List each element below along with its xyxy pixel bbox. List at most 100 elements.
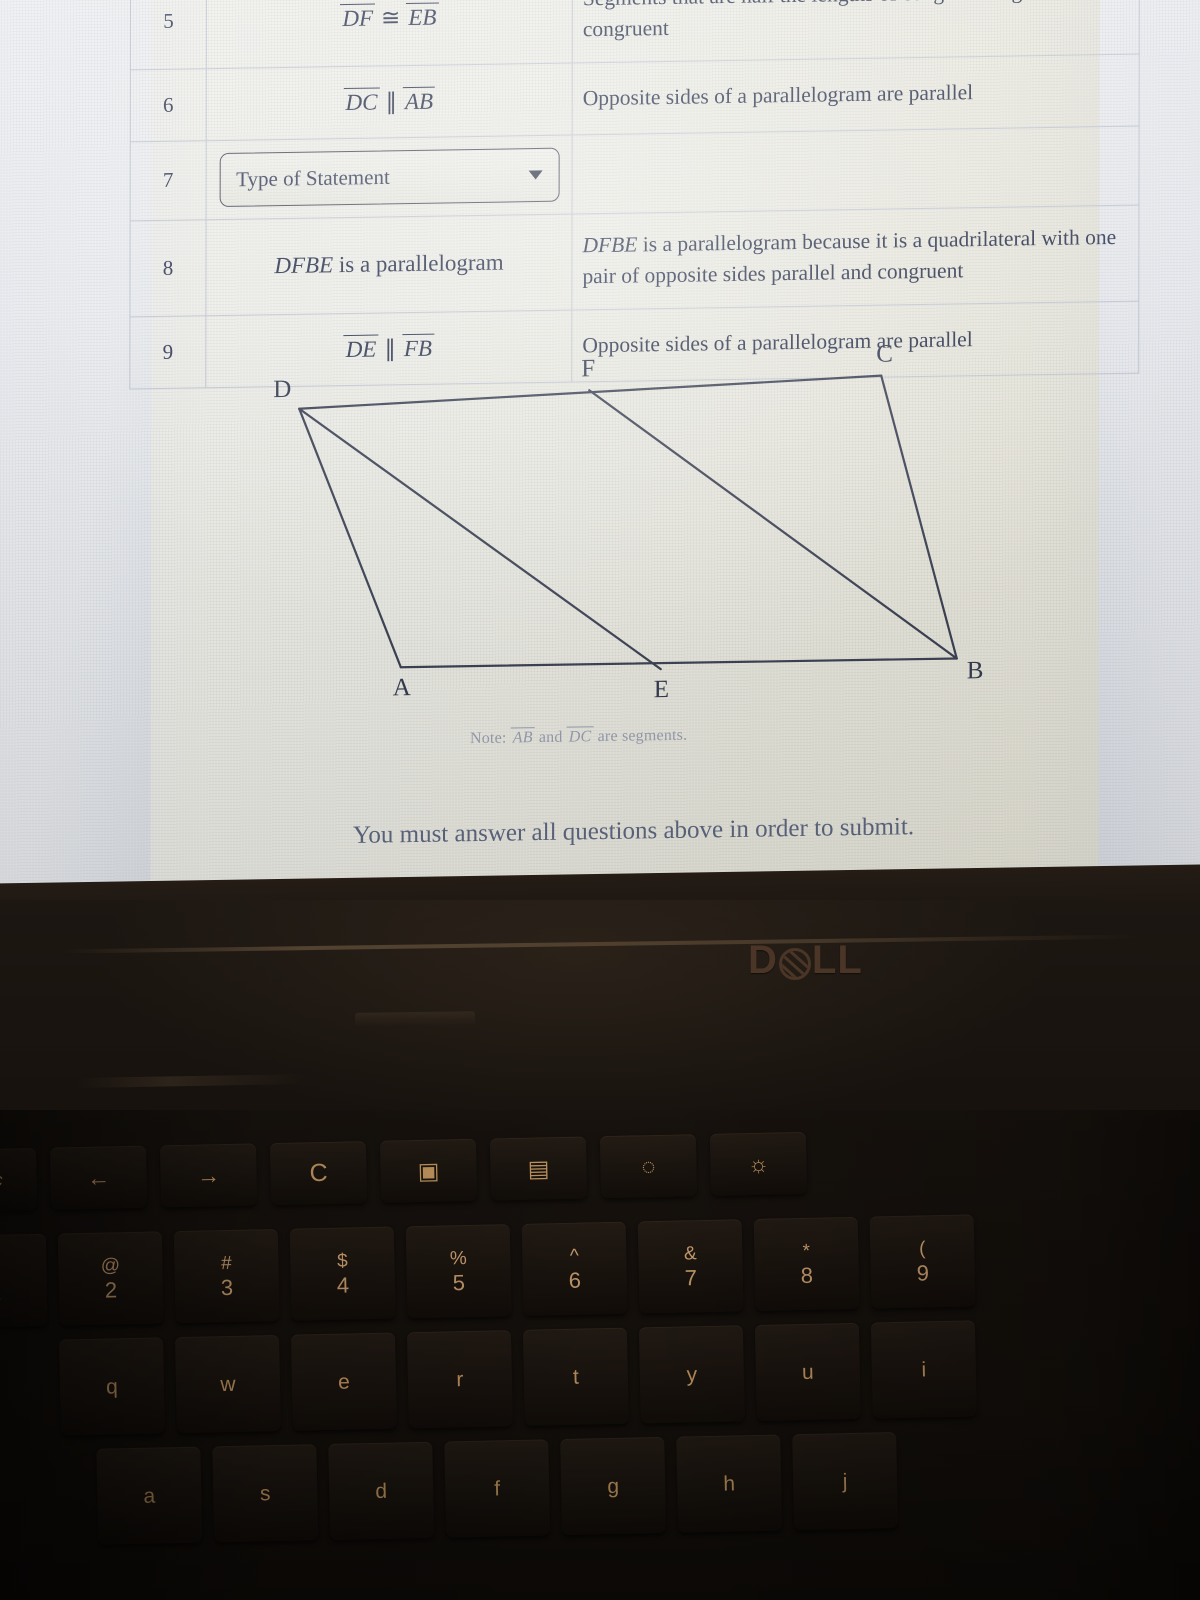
vertex-label-e: E (654, 676, 669, 703)
table-row: 8 DFBE is a parallelogram DFBE is a para… (129, 204, 1139, 317)
figure-vertex-labels: D F C A E B (273, 340, 984, 703)
keyboard-qwerty-row: qwertyui (58, 1320, 989, 1436)
geometry-figure: D F C A E B Note: AB and DC are segments. (139, 340, 1020, 759)
key-j[interactable]: j (792, 1432, 899, 1531)
key-7-digit: 7 (684, 1264, 698, 1290)
vertex-label-c: C (876, 340, 893, 367)
document-body: 5 DF≅EB Segments that are half the lengt… (129, 0, 1140, 389)
figure-edge-cb (880, 374, 958, 660)
key-4[interactable]: $4 (289, 1226, 396, 1321)
note-segment-ab: AB (510, 727, 535, 748)
statement-text: is a parallelogram (333, 249, 504, 278)
key-s[interactable]: s (212, 1444, 319, 1543)
key-f[interactable]: f (444, 1439, 551, 1538)
back-key-glyph: ← (86, 1163, 111, 1191)
reason-figure-name: DFBE (582, 232, 638, 258)
key-t[interactable]: t (522, 1327, 629, 1426)
statement-type-dropdown-label: Type of Statement (236, 164, 390, 191)
key-4-shift-glyph: $ (336, 1249, 348, 1272)
row-number: 6 (130, 68, 207, 142)
key-y-glyph: y (686, 1362, 698, 1386)
dell-logo-ll: LL (811, 938, 863, 982)
key-g[interactable]: g (560, 1436, 667, 1536)
segment-right: EB (406, 2, 439, 32)
proof-table-body: 5 DF≅EB Segments that are half the lengt… (129, 0, 1140, 389)
key-i[interactable]: i (870, 1320, 977, 1419)
key-y[interactable]: y (638, 1325, 745, 1424)
row-number: 5 (130, 0, 207, 70)
key-s-glyph: s (259, 1481, 271, 1505)
brightness-up-key[interactable]: ☼ (709, 1131, 808, 1196)
overview-key[interactable]: ▤ (489, 1136, 588, 1201)
segment-left: DC (343, 87, 380, 117)
overview-key-glyph: ▤ (527, 1154, 550, 1182)
key-8[interactable]: * 8 (753, 1216, 860, 1311)
dell-logo: D LL (748, 938, 863, 983)
key-6-shift-glyph: ^ (569, 1245, 580, 1267)
keyboard-home-row: asdfghj (96, 1432, 910, 1545)
back-key[interactable]: ← (49, 1145, 148, 1210)
key-9-digit: 9 (916, 1259, 930, 1286)
esc-key[interactable]: esc (0, 1147, 38, 1212)
key-2-shift-glyph: @ (100, 1254, 121, 1277)
statement-figure-name: DFBE (274, 252, 334, 279)
reload-key-glyph: C (309, 1158, 328, 1187)
key-h-glyph: h (723, 1471, 736, 1496)
vertex-label-f: F (581, 355, 595, 382)
key-t-glyph: t (572, 1365, 580, 1389)
key-w-glyph: w (220, 1372, 236, 1396)
key-q[interactable]: q (58, 1337, 165, 1436)
vertex-label-a: A (393, 674, 411, 701)
key-3-digit: 3 (220, 1274, 234, 1300)
key-d-glyph: d (375, 1479, 388, 1503)
key-g-glyph: g (607, 1474, 620, 1498)
vertex-label-d: D (273, 376, 291, 403)
keyboard: esc←→C▣▤◌☼ !1@2#3$4%5^6&7*8(9 qwertyui a… (0, 1122, 1200, 1600)
key-e[interactable]: e (290, 1332, 397, 1431)
key-f-glyph: f (494, 1476, 501, 1500)
segment-right: AB (402, 86, 436, 116)
row-number: 8 (129, 219, 207, 317)
note-suffix: are segments. (593, 726, 688, 746)
key-1[interactable]: !1 (0, 1233, 48, 1328)
key-6[interactable]: ^ 6 (521, 1221, 628, 1316)
key-i-glyph: i (921, 1357, 927, 1381)
keyboard-number-row: !1@2#3$4%5^6&7*8(9 (0, 1214, 987, 1328)
key-a-glyph: a (143, 1484, 156, 1508)
fullscreen-key-glyph: ▣ (417, 1157, 440, 1184)
key-w[interactable]: w (174, 1334, 281, 1434)
relation-operator: ≅ (381, 4, 401, 31)
row-statement: DC ∥ AB (206, 62, 573, 141)
key-u[interactable]: u (754, 1322, 861, 1421)
key-u-glyph: u (801, 1360, 814, 1384)
row-reason: Opposite sides of a parallelogram are pa… (572, 53, 1140, 135)
esc-key-glyph: esc (0, 1169, 3, 1191)
key-1-digit: 1 (0, 1279, 1, 1304)
key-r-glyph: r (456, 1367, 464, 1391)
row-reason (572, 125, 1140, 214)
key-7[interactable]: & 7 (637, 1219, 744, 1314)
submit-requirement-message: You must answer all questions above in o… (352, 813, 915, 849)
reload-key[interactable]: C (269, 1141, 368, 1206)
key-h[interactable]: h (676, 1434, 783, 1533)
key-8-shift-glyph: * (802, 1240, 811, 1262)
vertex-label-b: B (967, 657, 984, 684)
key-r[interactable]: r (406, 1330, 513, 1429)
key-d[interactable]: d (328, 1441, 435, 1540)
row-statement: DFBE is a parallelogram (205, 213, 573, 316)
fullscreen-key[interactable]: ▣ (379, 1138, 478, 1203)
key-5[interactable]: % 5 (405, 1224, 512, 1319)
key-3[interactable]: #3 (173, 1228, 280, 1324)
key-a[interactable]: a (96, 1446, 203, 1545)
key-9[interactable]: (9 (869, 1214, 976, 1309)
note-prefix: Note: (469, 729, 511, 748)
key-2[interactable]: @2 (57, 1231, 164, 1326)
forward-key[interactable]: → (159, 1143, 258, 1208)
figure-edge-ab (399, 657, 958, 669)
brightness-down-key[interactable]: ◌ (599, 1134, 698, 1199)
key-3-shift-glyph: # (220, 1252, 232, 1274)
key-7-shift-glyph: & (683, 1242, 697, 1264)
deck-vent (354, 1011, 476, 1027)
key-5-shift-glyph: % (449, 1247, 468, 1269)
statement-type-dropdown[interactable]: Type of Statement (219, 147, 560, 207)
